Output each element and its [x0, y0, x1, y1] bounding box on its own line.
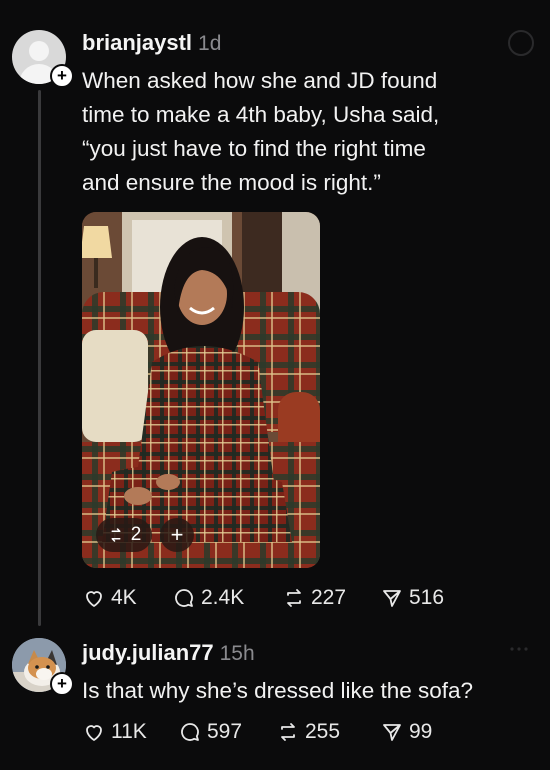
like-count: 4K [111, 586, 137, 609]
share-icon [383, 590, 401, 607]
post-text-line: When asked how she and JD found [82, 68, 438, 93]
post-text-line: “you just have to find the right time [82, 136, 426, 161]
heart-icon [86, 591, 102, 607]
share-icon [383, 724, 401, 741]
post-text: Is that why she’s dressed like the sofa? [82, 678, 474, 703]
image-repost-badge[interactable]: 2 [96, 518, 152, 552]
repost-icon [281, 723, 295, 741]
repost-icon [287, 589, 301, 607]
reply-button[interactable]: 597 [178, 720, 276, 744]
heart-icon [86, 725, 102, 741]
post-actions: 4K 2.4K 227 516 [82, 586, 444, 610]
image-repost-count: 2 [130, 524, 142, 545]
reply-count: 2.4K [201, 586, 245, 609]
timestamp: 1d [198, 32, 222, 55]
repost-count: 255 [305, 720, 341, 743]
reply-count: 597 [207, 720, 243, 743]
reply-button[interactable]: 2.4K [172, 586, 282, 610]
avatar-wrap[interactable]: + [12, 30, 74, 88]
repost-count: 227 [311, 586, 347, 609]
share-button[interactable]: 99 [380, 720, 432, 744]
comment-icon [181, 723, 199, 741]
repost-button[interactable]: 255 [276, 720, 380, 744]
share-count: 516 [409, 586, 445, 609]
more-icon[interactable] [508, 30, 534, 56]
thread-line [38, 90, 41, 626]
more-icon[interactable] [508, 638, 530, 660]
follow-plus-icon[interactable]: + [50, 64, 74, 88]
post-text-line: and ensure the mood is right.” [82, 170, 381, 195]
post-header: brianjaystl 1d [82, 30, 221, 56]
follow-plus-icon[interactable]: + [50, 672, 74, 696]
comment-icon [175, 589, 193, 607]
post-actions: 11K 597 255 99 [82, 720, 432, 744]
share-count: 99 [409, 720, 433, 743]
post-text: When asked how she and JD found time to … [82, 64, 522, 200]
like-button[interactable]: 4K [82, 586, 172, 610]
share-button[interactable]: 516 [380, 586, 444, 610]
username[interactable]: brianjaystl [82, 30, 192, 55]
avatar-wrap[interactable]: + [12, 638, 74, 696]
post-text-line: time to make a 4th baby, Usha said, [82, 102, 440, 127]
photo-woman-on-plaid-sofa [82, 212, 320, 568]
post-header: judy.julian77 15h [82, 640, 255, 666]
username[interactable]: judy.julian77 [82, 640, 214, 665]
timestamp: 15h [219, 642, 255, 665]
repost-button[interactable]: 227 [282, 586, 380, 610]
more-dots-icon [510, 647, 528, 651]
repost-icon [111, 528, 121, 542]
like-count: 11K [111, 720, 147, 743]
post-image[interactable]: 2 + [82, 212, 320, 568]
image-add-button[interactable]: + [160, 518, 194, 552]
like-button[interactable]: 11K [82, 720, 178, 744]
